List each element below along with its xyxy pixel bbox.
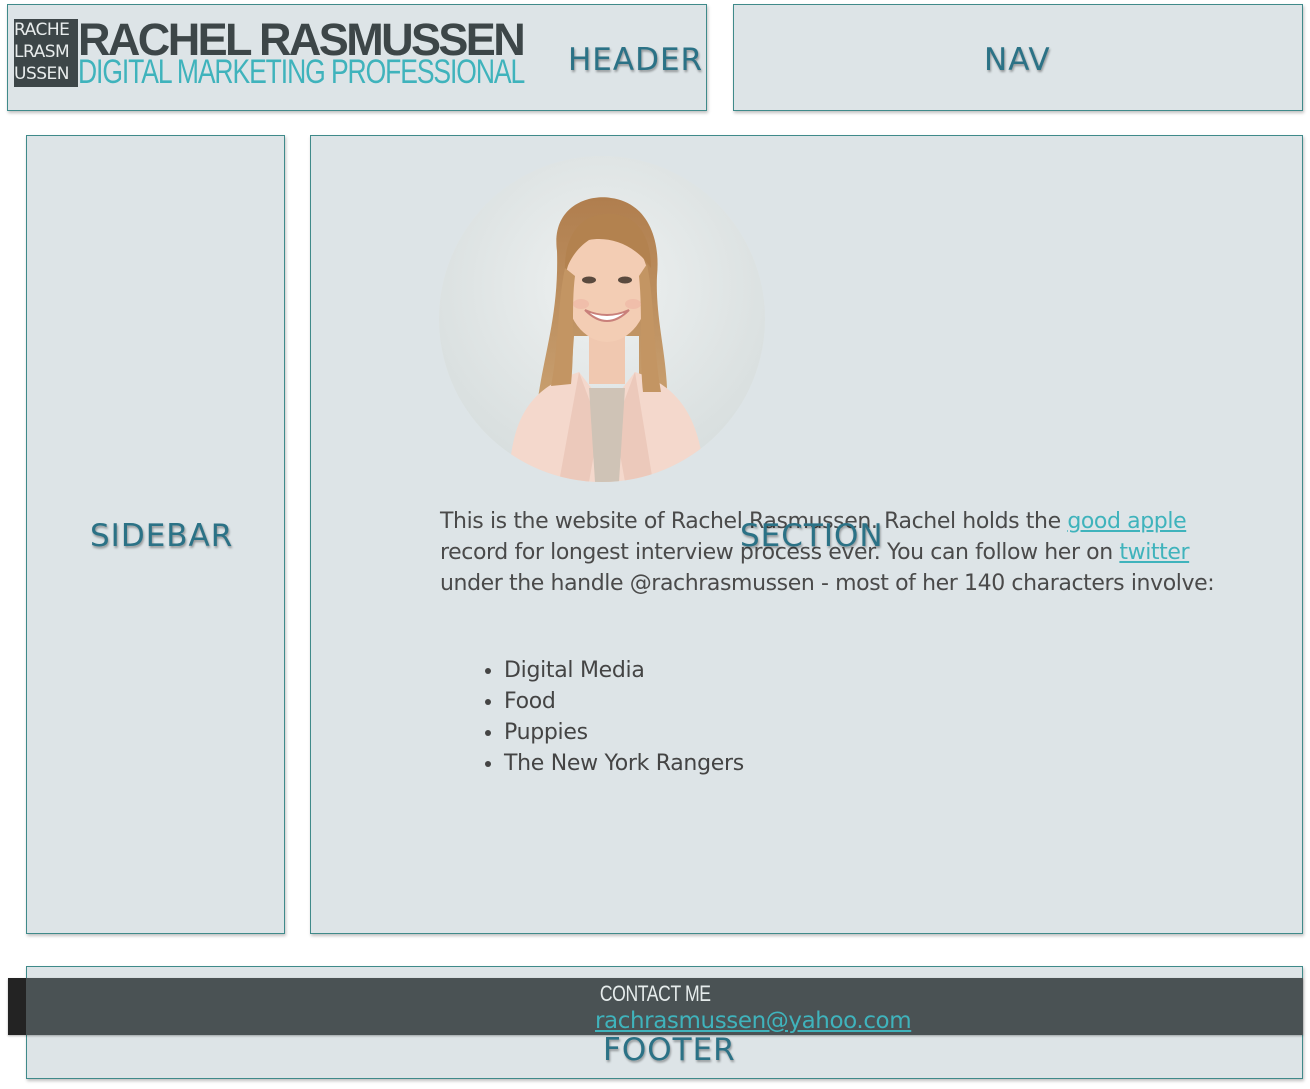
list-item: Food [504,686,744,717]
list-item: Digital Media [504,655,744,686]
good-apple-link[interactable]: good apple [1067,509,1186,534]
interests-list: Digital Media Food Puppies The New York … [440,655,744,779]
sidebar-region-label: SIDEBAR [90,518,234,554]
nav-region-label: NAV [984,42,1051,78]
intro-text: under the handle @rachrasmussen - most o… [440,571,1215,596]
contact-heading: CONTACT ME [8,981,1303,1007]
contact-heading-text: CONTACT ME [600,981,711,1006]
logo-mark[interactable]: RACHE LRASM USSEN [14,19,78,87]
contact-bar: CONTACT ME rachrasmussen@yahoo.com [8,978,1303,1035]
list-item: Puppies [504,717,744,748]
footer-region-label: FOOTER [603,1032,736,1068]
section-region-label: SECTION [740,518,884,554]
logo-mark-line: USSEN [14,64,69,84]
logo-mark-line: LRASM [14,42,70,62]
twitter-link[interactable]: twitter [1119,540,1189,565]
site-tagline: DIGITAL MARKETING PROFESSIONAL [78,53,525,91]
logo-mark-line: RACHE [14,20,70,40]
list-item: The New York Rangers [504,748,744,779]
profile-photo-graphic [439,156,765,482]
header-region-label: HEADER [568,42,704,78]
profile-photo [439,156,765,482]
contact-email-link[interactable]: rachrasmussen@yahoo.com [595,1008,912,1034]
